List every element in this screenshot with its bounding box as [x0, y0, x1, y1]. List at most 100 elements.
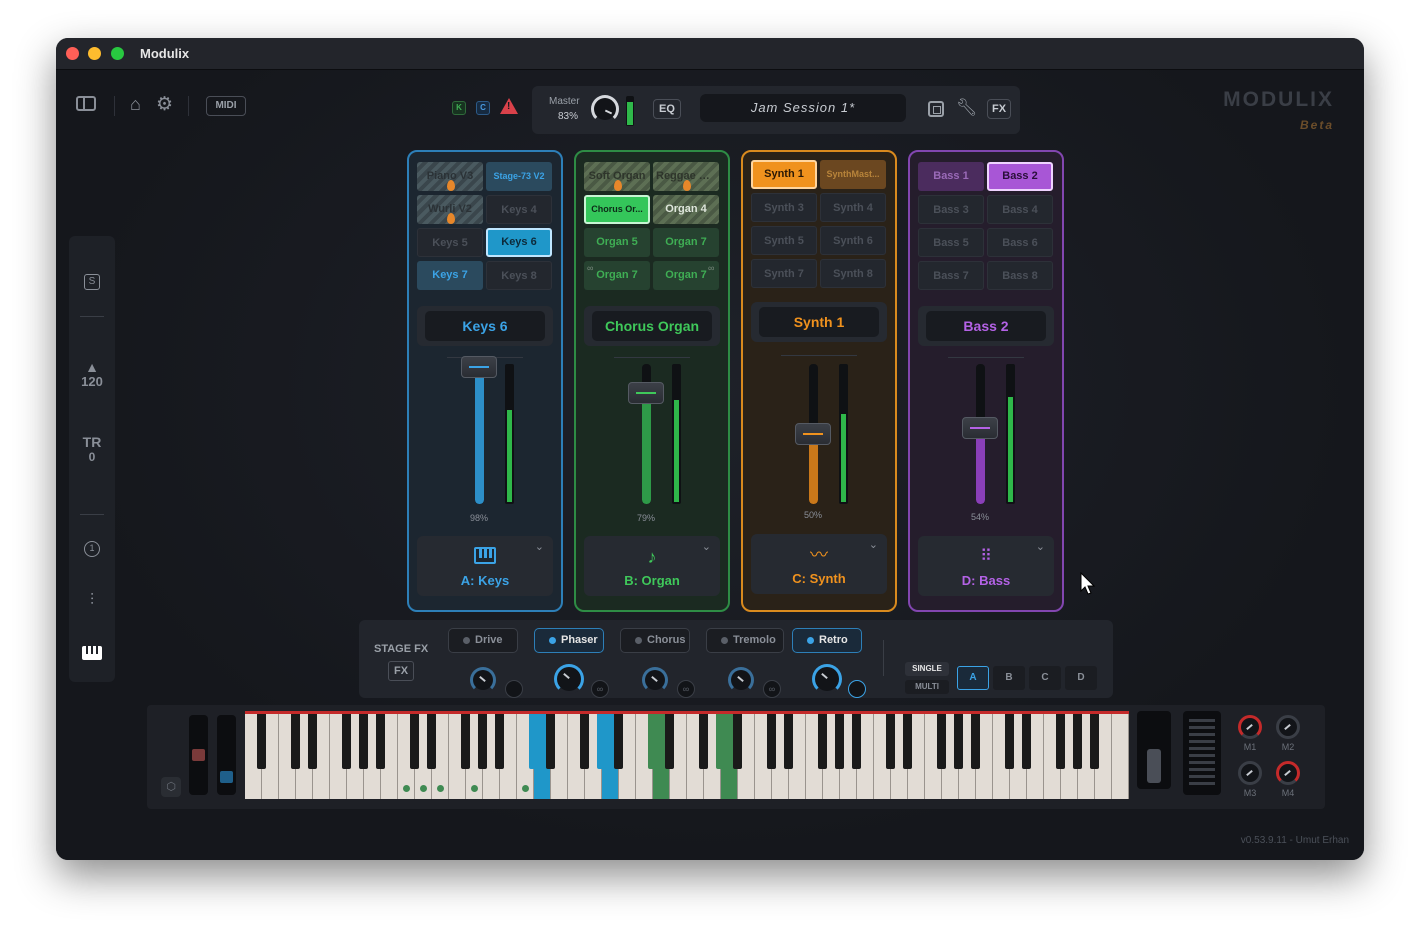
- stage-fx-button[interactable]: FX: [388, 661, 414, 681]
- mod-wheel-left[interactable]: [217, 715, 236, 795]
- black-key[interactable]: [529, 714, 538, 769]
- black-key[interactable]: [903, 714, 912, 769]
- link-icon[interactable]: ∞: [677, 680, 695, 698]
- fx-phaser-button[interactable]: Phaser: [534, 628, 604, 653]
- transpose-button[interactable]: TR 0: [69, 434, 115, 464]
- preset-slot[interactable]: Bass 1: [918, 162, 984, 191]
- black-key[interactable]: [359, 714, 368, 769]
- tempo-button[interactable]: ▲ 120: [69, 360, 115, 389]
- black-key[interactable]: [835, 714, 844, 769]
- fx-phaser-knob[interactable]: [554, 664, 584, 694]
- mode-multi-button[interactable]: MULTI: [905, 680, 949, 694]
- eq-button[interactable]: EQ: [653, 99, 681, 119]
- fx-target-a[interactable]: A: [957, 666, 989, 690]
- black-key[interactable]: [342, 714, 351, 769]
- black-key[interactable]: [971, 714, 980, 769]
- preset-slot-selected[interactable]: Synth 1: [751, 160, 817, 189]
- midi-button[interactable]: MIDI: [206, 96, 246, 116]
- preset-slot[interactable]: Bass 7: [918, 261, 984, 290]
- mixer-sliders-icon[interactable]: ⫶: [69, 592, 115, 610]
- black-key[interactable]: [648, 714, 657, 769]
- home-icon[interactable]: ⌂: [130, 94, 141, 115]
- patch-name-box[interactable]: Bass 2: [918, 306, 1054, 346]
- preset-slot[interactable]: Synth 6: [820, 226, 886, 255]
- lock-icon[interactable]: ⬡: [161, 777, 181, 797]
- fx-drive-knob[interactable]: [470, 667, 496, 693]
- fx-chorus-knob[interactable]: [642, 667, 668, 693]
- macro-knob-m3[interactable]: [1238, 761, 1262, 785]
- master-volume-knob[interactable]: [591, 95, 619, 123]
- session-name[interactable]: Jam Session 1*: [700, 94, 906, 122]
- fader-handle[interactable]: [795, 423, 831, 445]
- chevron-down-icon[interactable]: ⌄: [869, 538, 878, 551]
- preset-slot[interactable]: Synth 7: [751, 259, 817, 288]
- snapshot-button[interactable]: S: [69, 274, 115, 290]
- fx-drive-mini-knob[interactable]: [505, 680, 523, 698]
- layer-one-button[interactable]: 1: [69, 541, 115, 557]
- black-key[interactable]: [597, 714, 606, 769]
- fx-retro-mini-knob[interactable]: [848, 680, 866, 698]
- zoom-window-button[interactable]: [111, 47, 124, 60]
- preset-slot[interactable]: Organ 7: [584, 261, 650, 290]
- preset-slot[interactable]: Organ 7: [653, 228, 719, 257]
- preset-slot[interactable]: Bass 6: [987, 228, 1053, 257]
- black-key[interactable]: [308, 714, 317, 769]
- black-key[interactable]: [427, 714, 436, 769]
- black-key[interactable]: [257, 714, 266, 769]
- black-key[interactable]: [546, 714, 555, 769]
- preset-slot[interactable]: Bass 3: [918, 195, 984, 224]
- preset-slot[interactable]: Synth 4: [820, 193, 886, 222]
- preset-slot[interactable]: SynthMast...: [820, 160, 886, 189]
- black-key[interactable]: [818, 714, 827, 769]
- black-key[interactable]: [1005, 714, 1014, 769]
- fx-target-b[interactable]: B: [993, 666, 1025, 690]
- preset-slot[interactable]: Keys 4: [486, 195, 552, 224]
- fader-handle[interactable]: [962, 417, 998, 439]
- chevron-down-icon[interactable]: ⌄: [702, 540, 711, 553]
- fx-tremolo-knob[interactable]: [728, 667, 754, 693]
- warning-icon[interactable]: !: [500, 98, 518, 114]
- preset-slot[interactable]: Keys 7: [417, 261, 483, 290]
- preset-slot[interactable]: Keys 5: [417, 228, 483, 257]
- fx-retro-button[interactable]: Retro: [792, 628, 862, 653]
- cpu-chip-icon[interactable]: [928, 101, 944, 117]
- macro-knob-m2[interactable]: [1276, 715, 1300, 739]
- bank-selector[interactable]: ⌄ 〰 C: Synth: [751, 534, 887, 594]
- black-key[interactable]: [699, 714, 708, 769]
- preset-slot-selected[interactable]: Keys 6: [486, 228, 552, 257]
- black-key[interactable]: [886, 714, 895, 769]
- patch-name-box[interactable]: Synth 1: [751, 302, 887, 342]
- modulation-wheel[interactable]: [1183, 711, 1221, 795]
- fader-handle[interactable]: [628, 382, 664, 404]
- preset-slot[interactable]: Stage-73 V2: [486, 162, 552, 191]
- fx-target-c[interactable]: C: [1029, 666, 1061, 690]
- fx-target-d[interactable]: D: [1065, 666, 1097, 690]
- wrench-icon[interactable]: 🔧︎: [956, 98, 978, 118]
- preset-slot[interactable]: Keys 8: [486, 261, 552, 290]
- black-key[interactable]: [733, 714, 742, 769]
- black-key[interactable]: [614, 714, 623, 769]
- close-window-button[interactable]: [66, 47, 79, 60]
- preset-slot-selected[interactable]: Bass 2: [987, 162, 1053, 191]
- fader-handle[interactable]: [461, 356, 497, 378]
- black-key[interactable]: [784, 714, 793, 769]
- gear-icon[interactable]: ⚙: [156, 93, 173, 116]
- preset-slot[interactable]: Synth 8: [820, 259, 886, 288]
- link-icon[interactable]: ∞: [763, 680, 781, 698]
- pitch-bend-handle[interactable]: [1147, 749, 1161, 783]
- pitch-wheel-left[interactable]: [189, 715, 208, 795]
- black-key[interactable]: [478, 714, 487, 769]
- fx-button[interactable]: FX: [987, 99, 1011, 119]
- bank-selector[interactable]: ⌄ ♪ B: Organ: [584, 536, 720, 596]
- bank-selector[interactable]: ⌄ A: Keys: [417, 536, 553, 596]
- black-key[interactable]: [1073, 714, 1082, 769]
- black-key[interactable]: [937, 714, 946, 769]
- link-icon[interactable]: ∞: [591, 680, 609, 698]
- chevron-down-icon[interactable]: ⌄: [535, 540, 544, 553]
- preset-slot[interactable]: Bass 5: [918, 228, 984, 257]
- fx-drive-button[interactable]: Drive: [448, 628, 518, 653]
- piano-keyboard[interactable]: [245, 711, 1129, 799]
- black-key[interactable]: [1056, 714, 1065, 769]
- black-key[interactable]: [1090, 714, 1099, 769]
- black-key[interactable]: [665, 714, 674, 769]
